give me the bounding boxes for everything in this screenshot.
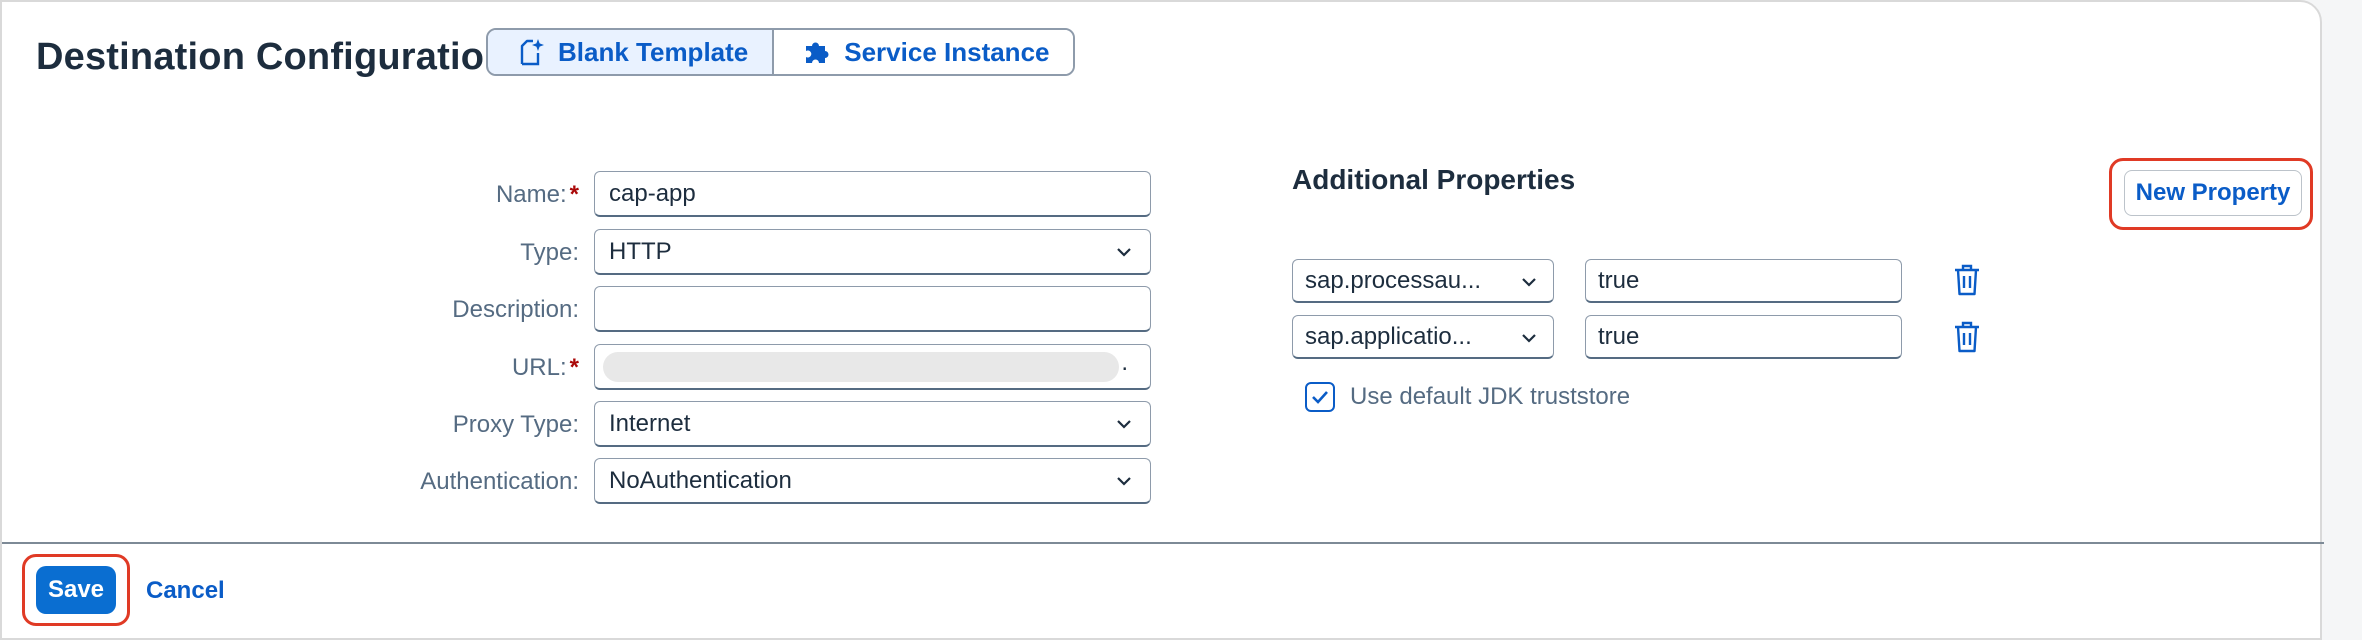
trash-icon[interactable] <box>1952 320 1982 354</box>
required-marker: * <box>569 354 579 381</box>
chevron-down-icon <box>1522 278 1536 287</box>
name-label: Name: * <box>495 181 579 208</box>
form-row-type: Type: HTTP <box>2 229 1152 277</box>
description-label: Description: <box>452 296 579 323</box>
type-label: Type: <box>520 239 579 266</box>
property-key-select[interactable]: sap.applicatio... <box>1292 315 1554 359</box>
segment-service-instance[interactable]: Service Instance <box>774 30 1074 74</box>
jdk-truststore-label: Use default JDK truststore <box>1350 383 1631 410</box>
name-input[interactable]: cap-app <box>594 171 1151 217</box>
trash-icon[interactable] <box>1952 263 1982 297</box>
property-key-select[interactable]: sap.processau... <box>1292 259 1554 303</box>
form-row-description: Description: <box>2 286 1152 334</box>
url-input[interactable]: . <box>594 344 1151 390</box>
segment-blank-template[interactable]: Blank Template <box>488 30 775 74</box>
page-title: Destination Configuration <box>36 36 508 78</box>
property-value-input[interactable]: true <box>1585 259 1902 303</box>
puzzle-icon <box>806 42 829 63</box>
description-input[interactable] <box>594 286 1151 332</box>
redacted-url-mask <box>603 352 1119 382</box>
destination-config-panel: Destination Configuration Blank Template… <box>0 0 2324 640</box>
form-row-authentication: Authentication: NoAuthentication <box>2 458 1152 506</box>
authentication-select[interactable]: NoAuthentication <box>594 458 1151 504</box>
required-marker: * <box>569 181 579 208</box>
chevron-down-icon <box>1117 420 1131 429</box>
jdk-truststore-checkbox[interactable] <box>1305 382 1335 412</box>
segment-blank-template-label: Blank Template <box>558 36 749 67</box>
property-value-input[interactable]: true <box>1585 315 1902 359</box>
proxy-type-label: Proxy Type: <box>452 411 579 438</box>
chevron-down-icon <box>1522 334 1536 343</box>
additional-properties-title: Additional Properties <box>1292 164 1576 195</box>
form-row-url: URL: * . <box>2 344 1152 392</box>
url-label: URL: * <box>511 354 579 381</box>
chevron-down-icon <box>1117 248 1131 257</box>
segment-service-instance-label: Service Instance <box>844 36 1050 67</box>
chevron-down-icon <box>1117 477 1131 486</box>
authentication-label: Authentication: <box>420 468 579 495</box>
type-select[interactable]: HTTP <box>594 229 1151 275</box>
checkmark-icon <box>1312 391 1328 404</box>
new-property-button[interactable]: New Property <box>2124 170 2302 216</box>
form-row-name: Name: * cap-app <box>2 171 1152 219</box>
footer-divider <box>2 542 2324 544</box>
template-segmented-button: Blank Template Service Instance <box>486 28 1076 76</box>
cancel-button[interactable]: Cancel <box>146 577 225 605</box>
form-row-proxy-type: Proxy Type: Internet <box>2 401 1152 449</box>
new-document-icon <box>520 39 544 66</box>
proxy-type-select[interactable]: Internet <box>594 401 1151 447</box>
save-button[interactable]: Save <box>36 566 116 614</box>
